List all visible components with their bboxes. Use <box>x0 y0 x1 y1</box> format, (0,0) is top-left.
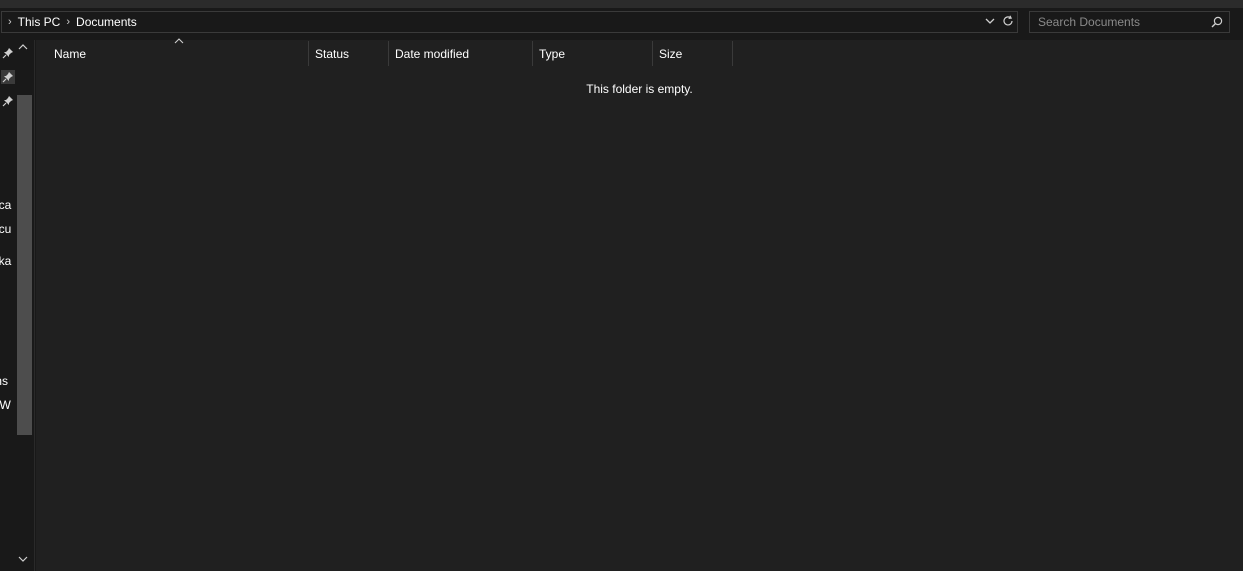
column-header-label: Status <box>315 46 350 61</box>
breadcrumb-this-pc[interactable]: This PC <box>18 15 61 29</box>
address-bar[interactable]: › This PC › Documents <box>1 11 1018 33</box>
file-list-pane[interactable]: Name Status Date modified Type Size This… <box>36 38 1243 571</box>
breadcrumb-separator-icon[interactable]: › <box>66 16 70 28</box>
nav-scroll-down-icon[interactable] <box>18 555 28 566</box>
address-dropdown-icon[interactable] <box>983 16 997 29</box>
column-header-status[interactable]: Status <box>315 40 388 67</box>
breadcrumb-chevron-icon[interactable]: › <box>8 16 12 28</box>
column-header-label: Size <box>659 46 683 61</box>
column-header-name[interactable]: Name <box>54 40 308 67</box>
nav-item-label[interactable]: ocu <box>0 222 11 236</box>
nav-item-label[interactable]: aka <box>0 254 11 268</box>
nav-scrollbar-thumb[interactable] <box>17 95 32 435</box>
pin-icon[interactable] <box>1 70 15 84</box>
nav-scroll-up-icon[interactable] <box>18 43 28 54</box>
nav-item-label[interactable]: AW <box>0 398 11 412</box>
breadcrumb-documents[interactable]: Documents <box>76 15 137 29</box>
column-header-label: Date modified <box>395 46 470 61</box>
column-divider[interactable] <box>388 41 389 66</box>
column-header-size[interactable]: Size <box>659 40 732 67</box>
column-header-label: Type <box>539 46 566 61</box>
search-icon[interactable] <box>1211 16 1223 28</box>
column-divider[interactable] <box>308 41 309 66</box>
top-strip <box>0 0 1243 8</box>
refresh-icon[interactable] <box>1001 15 1015 30</box>
empty-folder-message: This folder is empty. <box>586 82 693 96</box>
nav-item-label[interactable]: hca <box>0 198 11 212</box>
search-input[interactable] <box>1038 15 1208 29</box>
column-header-date-modified[interactable]: Date modified <box>395 40 532 67</box>
nav-item-label[interactable]: ms <box>0 374 8 388</box>
column-header-type[interactable]: Type <box>539 40 652 67</box>
column-header-label: Name <box>54 46 87 61</box>
search-box[interactable] <box>1029 11 1230 33</box>
pin-icon[interactable] <box>1 94 15 108</box>
pin-icon[interactable] <box>1 46 15 60</box>
column-divider[interactable] <box>652 41 653 66</box>
column-divider[interactable] <box>532 41 533 66</box>
navigation-pane[interactable]: hca ocu aka ms AW <box>0 40 35 571</box>
column-divider[interactable] <box>732 41 733 66</box>
